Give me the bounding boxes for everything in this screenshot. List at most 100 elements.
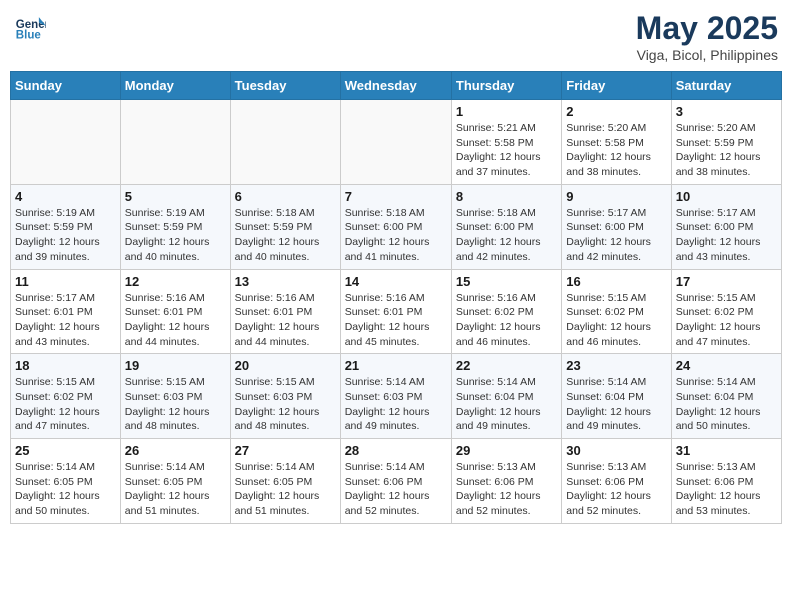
day-info: Sunrise: 5:14 AM Sunset: 6:06 PM Dayligh… [345,460,447,519]
weekday-header: Saturday [671,72,781,100]
calendar-day-cell: 6 Sunrise: 5:18 AM Sunset: 5:59 PM Daylig… [230,184,340,269]
calendar-day-cell: 23 Sunrise: 5:14 AM Sunset: 6:04 PM Dayli… [562,354,671,439]
calendar-day-cell: 27 Sunrise: 5:14 AM Sunset: 6:05 PM Dayli… [230,439,340,524]
day-info: Sunrise: 5:15 AM Sunset: 6:03 PM Dayligh… [125,375,226,434]
title-block: May 2025 Viga, Bicol, Philippines [636,10,778,63]
day-info: Sunrise: 5:14 AM Sunset: 6:04 PM Dayligh… [456,375,557,434]
page-header: General Blue May 2025 Viga, Bicol, Phili… [10,10,782,63]
day-info: Sunrise: 5:13 AM Sunset: 6:06 PM Dayligh… [566,460,666,519]
day-number: 21 [345,358,447,373]
calendar-day-cell: 9 Sunrise: 5:17 AM Sunset: 6:00 PM Daylig… [562,184,671,269]
calendar-day-cell: 28Sunrise: 5:14 AM Sunset: 6:06 PM Dayli… [340,439,451,524]
day-number: 11 [15,274,116,289]
calendar-day-cell: 22Sunrise: 5:14 AM Sunset: 6:04 PM Dayli… [451,354,561,439]
logo: General Blue [14,10,46,42]
day-info: Sunrise: 5:13 AM Sunset: 6:06 PM Dayligh… [456,460,557,519]
day-info: Sunrise: 5:18 AM Sunset: 6:00 PM Dayligh… [345,206,447,265]
day-info: Sunrise: 5:15 AM Sunset: 6:02 PM Dayligh… [15,375,116,434]
day-number: 18 [15,358,116,373]
calendar-week-row: 4 Sunrise: 5:19 AM Sunset: 5:59 PM Daylig… [11,184,782,269]
calendar-day-cell: 1 Sunrise: 5:21 AM Sunset: 5:58 PM Daylig… [451,100,561,185]
calendar-day-cell: 30Sunrise: 5:13 AM Sunset: 6:06 PM Dayli… [562,439,671,524]
day-number: 17 [676,274,777,289]
weekday-header: Thursday [451,72,561,100]
calendar-day-cell: 2Sunrise: 5:20 AM Sunset: 5:58 PM Daylig… [562,100,671,185]
weekday-header: Monday [120,72,230,100]
day-info: Sunrise: 5:16 AM Sunset: 6:01 PM Dayligh… [235,291,336,350]
day-number: 24 [676,358,777,373]
calendar-day-cell: 14 Sunrise: 5:16 AM Sunset: 6:01 PM Dayli… [340,269,451,354]
logo-icon: General Blue [14,10,46,42]
month-title: May 2025 [636,10,778,47]
weekday-header: Wednesday [340,72,451,100]
day-info: Sunrise: 5:17 AM Sunset: 6:00 PM Dayligh… [676,206,777,265]
calendar-day-cell: 3Sunrise: 5:20 AM Sunset: 5:59 PM Daylig… [671,100,781,185]
calendar-week-row: 11 Sunrise: 5:17 AM Sunset: 6:01 PM Dayli… [11,269,782,354]
calendar-day-cell: 25Sunrise: 5:14 AM Sunset: 6:05 PM Dayli… [11,439,121,524]
calendar-day-cell: 18 Sunrise: 5:15 AM Sunset: 6:02 PM Dayli… [11,354,121,439]
calendar-day-cell: 29 Sunrise: 5:13 AM Sunset: 6:06 PM Dayli… [451,439,561,524]
calendar-empty-cell [340,100,451,185]
day-number: 14 [345,274,447,289]
day-info: Sunrise: 5:16 AM Sunset: 6:02 PM Dayligh… [456,291,557,350]
day-number: 4 [15,189,116,204]
day-number: 10 [676,189,777,204]
calendar-day-cell: 16Sunrise: 5:15 AM Sunset: 6:02 PM Dayli… [562,269,671,354]
calendar-table: SundayMondayTuesdayWednesdayThursdayFrid… [10,71,782,524]
calendar-day-cell: 15 Sunrise: 5:16 AM Sunset: 6:02 PM Dayli… [451,269,561,354]
day-number: 1 [456,104,557,119]
calendar-day-cell: 8Sunrise: 5:18 AM Sunset: 6:00 PM Daylig… [451,184,561,269]
weekday-header: Tuesday [230,72,340,100]
day-number: 29 [456,443,557,458]
day-info: Sunrise: 5:14 AM Sunset: 6:03 PM Dayligh… [345,375,447,434]
day-number: 6 [235,189,336,204]
calendar-day-cell: 19 Sunrise: 5:15 AM Sunset: 6:03 PM Dayli… [120,354,230,439]
day-number: 27 [235,443,336,458]
day-number: 20 [235,358,336,373]
location: Viga, Bicol, Philippines [636,47,778,63]
day-info: Sunrise: 5:14 AM Sunset: 6:04 PM Dayligh… [566,375,666,434]
day-number: 25 [15,443,116,458]
day-number: 2 [566,104,666,119]
day-info: Sunrise: 5:18 AM Sunset: 6:00 PM Dayligh… [456,206,557,265]
day-number: 5 [125,189,226,204]
calendar-week-row: 25 Sunrise: 5:14 AM Sunset: 6:05 PM Dayli… [11,439,782,524]
calendar-day-cell: 24Sunrise: 5:14 AM Sunset: 6:04 PM Dayli… [671,354,781,439]
day-number: 16 [566,274,666,289]
day-number: 3 [676,104,777,119]
day-info: Sunrise: 5:16 AM Sunset: 6:01 PM Dayligh… [345,291,447,350]
day-number: 9 [566,189,666,204]
calendar-empty-cell [120,100,230,185]
calendar-body: 1 Sunrise: 5:21 AM Sunset: 5:58 PM Daylig… [11,100,782,524]
day-number: 31 [676,443,777,458]
calendar-day-cell: 20 Sunrise: 5:15 AM Sunset: 6:03 PM Dayli… [230,354,340,439]
calendar-day-cell: 31Sunrise: 5:13 AM Sunset: 6:06 PM Dayli… [671,439,781,524]
day-info: Sunrise: 5:18 AM Sunset: 5:59 PM Dayligh… [235,206,336,265]
day-info: Sunrise: 5:16 AM Sunset: 6:01 PM Dayligh… [125,291,226,350]
day-number: 13 [235,274,336,289]
calendar-day-cell: 26 Sunrise: 5:14 AM Sunset: 6:05 PM Dayli… [120,439,230,524]
day-info: Sunrise: 5:21 AM Sunset: 5:58 PM Dayligh… [456,121,557,180]
day-number: 12 [125,274,226,289]
day-info: Sunrise: 5:15 AM Sunset: 6:03 PM Dayligh… [235,375,336,434]
svg-text:Blue: Blue [16,29,42,41]
day-number: 26 [125,443,226,458]
calendar-day-cell: 7Sunrise: 5:18 AM Sunset: 6:00 PM Daylig… [340,184,451,269]
day-info: Sunrise: 5:17 AM Sunset: 6:00 PM Dayligh… [566,206,666,265]
day-info: Sunrise: 5:15 AM Sunset: 6:02 PM Dayligh… [676,291,777,350]
calendar-empty-cell [11,100,121,185]
day-number: 19 [125,358,226,373]
weekday-header: Sunday [11,72,121,100]
calendar-day-cell: 21 Sunrise: 5:14 AM Sunset: 6:03 PM Dayli… [340,354,451,439]
day-info: Sunrise: 5:14 AM Sunset: 6:05 PM Dayligh… [235,460,336,519]
weekday-header: Friday [562,72,671,100]
calendar-day-cell: 5Sunrise: 5:19 AM Sunset: 5:59 PM Daylig… [120,184,230,269]
day-info: Sunrise: 5:14 AM Sunset: 6:05 PM Dayligh… [125,460,226,519]
day-info: Sunrise: 5:17 AM Sunset: 6:01 PM Dayligh… [15,291,116,350]
calendar-week-row: 1 Sunrise: 5:21 AM Sunset: 5:58 PM Daylig… [11,100,782,185]
calendar-week-row: 18 Sunrise: 5:15 AM Sunset: 6:02 PM Dayli… [11,354,782,439]
day-number: 15 [456,274,557,289]
day-info: Sunrise: 5:19 AM Sunset: 5:59 PM Dayligh… [15,206,116,265]
day-number: 23 [566,358,666,373]
calendar-day-cell: 13 Sunrise: 5:16 AM Sunset: 6:01 PM Dayli… [230,269,340,354]
